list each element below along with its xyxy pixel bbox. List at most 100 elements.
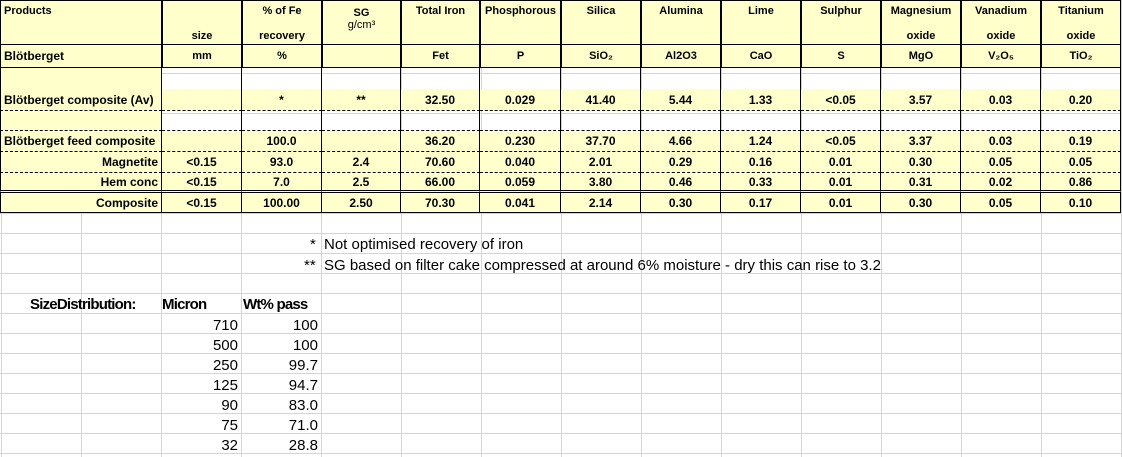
- blank-cell[interactable]: [242, 111, 322, 131]
- blank-cell[interactable]: [1041, 111, 1121, 131]
- row-magnetite-titanium-oxide[interactable]: 0.05: [1041, 152, 1121, 173]
- row-hem-conc-sg[interactable]: 2.5: [322, 173, 401, 193]
- blank-cell[interactable]: [0, 68, 162, 89]
- blank-cell[interactable]: [162, 68, 242, 89]
- blank-cell[interactable]: [881, 68, 961, 89]
- row-magnetite-alumina[interactable]: 0.29: [641, 152, 721, 173]
- row-hem-conc-titanium-oxide[interactable]: 0.86: [1041, 173, 1121, 193]
- wt-pass-value[interactable]: 83.0: [242, 397, 318, 414]
- row-composite-magnesium-oxide[interactable]: 0.30: [881, 193, 961, 213]
- blank-cell[interactable]: [641, 111, 721, 131]
- row-feed-size[interactable]: [162, 131, 242, 152]
- row-magnetite-phosphorous[interactable]: 0.040: [480, 152, 561, 173]
- row-magnetite-lime[interactable]: 0.16: [721, 152, 801, 173]
- row-composite-titanium-oxide[interactable]: 0.10: [1041, 193, 1121, 213]
- header-alumina[interactable]: Alumina: [641, 0, 721, 44]
- units-fe-recovery[interactable]: %: [242, 44, 322, 68]
- units-lime[interactable]: CaO: [721, 44, 801, 68]
- row-composite-fe-recovery[interactable]: 100.00: [242, 193, 322, 213]
- row-feed-lime[interactable]: 1.24: [721, 131, 801, 152]
- header-total-iron[interactable]: Total Iron: [401, 0, 480, 44]
- row-composite-size[interactable]: <0.15: [162, 193, 242, 213]
- row-composite-av-sg[interactable]: **: [322, 89, 401, 111]
- row-composite-av-size[interactable]: [162, 89, 242, 111]
- row-composite-products[interactable]: Composite: [0, 193, 162, 213]
- row-magnetite-fe-recovery[interactable]: 93.0: [242, 152, 322, 173]
- units-silica[interactable]: SiO₂: [561, 44, 641, 68]
- row-magnetite-silica[interactable]: 2.01: [561, 152, 641, 173]
- blank-cell[interactable]: [480, 68, 561, 89]
- header-products[interactable]: Products: [0, 0, 162, 44]
- units-magnesium-oxide[interactable]: MgO: [881, 44, 961, 68]
- micron-value[interactable]: 75: [162, 417, 238, 434]
- row-hem-conc-vanadium-oxide[interactable]: 0.02: [961, 173, 1041, 193]
- row-hem-conc-products[interactable]: Hem conc: [0, 173, 162, 193]
- blank-cell[interactable]: [961, 111, 1041, 131]
- row-hem-conc-silica[interactable]: 3.80: [561, 173, 641, 193]
- row-magnetite-magnesium-oxide[interactable]: 0.30: [881, 152, 961, 173]
- blank-cell[interactable]: [401, 111, 480, 131]
- row-composite-lime[interactable]: 0.17: [721, 193, 801, 213]
- header-fe-recovery[interactable]: % of Fe recovery: [242, 0, 322, 44]
- row-magnetite-vanadium-oxide[interactable]: 0.05: [961, 152, 1041, 173]
- wt-pass-value[interactable]: 100: [242, 337, 318, 354]
- row-feed-fe-recovery[interactable]: 100.0: [242, 131, 322, 152]
- units-products[interactable]: Blötberget: [0, 44, 162, 68]
- row-magnetite-sulphur[interactable]: 0.01: [801, 152, 881, 173]
- units-total-iron[interactable]: Fet: [401, 44, 480, 68]
- header-lime[interactable]: Lime: [721, 0, 801, 44]
- row-composite-av-alumina[interactable]: 5.44: [641, 89, 721, 111]
- units-vanadium-oxide[interactable]: V₂O₅: [961, 44, 1041, 68]
- micron-value[interactable]: 250: [162, 357, 238, 374]
- row-hem-conc-lime[interactable]: 0.33: [721, 173, 801, 193]
- row-composite-av-fe-recovery[interactable]: *: [242, 89, 322, 111]
- blank-cell[interactable]: [801, 111, 881, 131]
- row-magnetite-sg[interactable]: 2.4: [322, 152, 401, 173]
- row-composite-total-iron[interactable]: 70.30: [401, 193, 480, 213]
- micron-value[interactable]: 125: [162, 377, 238, 394]
- row-composite-av-titanium-oxide[interactable]: 0.20: [1041, 89, 1121, 111]
- micron-value[interactable]: 90: [162, 397, 238, 414]
- row-composite-sulphur[interactable]: 0.01: [801, 193, 881, 213]
- units-size[interactable]: mm: [162, 44, 242, 68]
- row-feed-total-iron[interactable]: 36.20: [401, 131, 480, 152]
- row-hem-conc-size[interactable]: <0.15: [162, 173, 242, 193]
- row-feed-sg[interactable]: [322, 131, 401, 152]
- row-feed-magnesium-oxide[interactable]: 3.37: [881, 131, 961, 152]
- micron-value[interactable]: 500: [162, 337, 238, 354]
- units-titanium-oxide[interactable]: TiO₂: [1041, 44, 1121, 68]
- units-alumina[interactable]: Al2O3: [641, 44, 721, 68]
- row-hem-conc-sulphur[interactable]: 0.01: [801, 173, 881, 193]
- row-magnetite-total-iron[interactable]: 70.60: [401, 152, 480, 173]
- row-composite-silica[interactable]: 2.14: [561, 193, 641, 213]
- blank-cell[interactable]: [721, 111, 801, 131]
- wt-pass-value[interactable]: 99.7: [242, 357, 318, 374]
- micron-value[interactable]: 32: [162, 437, 238, 454]
- blank-cell[interactable]: [1041, 68, 1121, 89]
- blank-cell[interactable]: [881, 111, 961, 131]
- row-feed-products[interactable]: Blötberget feed composite: [0, 131, 162, 152]
- header-sulphur[interactable]: Sulphur: [801, 0, 881, 44]
- wt-pass-value[interactable]: 94.7: [242, 377, 318, 394]
- row-composite-av-sulphur[interactable]: <0.05: [801, 89, 881, 111]
- row-hem-conc-alumina[interactable]: 0.46: [641, 173, 721, 193]
- row-composite-av-products[interactable]: Blötberget composite (Av): [0, 89, 162, 111]
- row-composite-av-vanadium-oxide[interactable]: 0.03: [961, 89, 1041, 111]
- wt-pass-value[interactable]: 71.0: [242, 417, 318, 434]
- blank-cell[interactable]: [721, 68, 801, 89]
- row-feed-phosphorous[interactable]: 0.230: [480, 131, 561, 152]
- blank-cell[interactable]: [242, 68, 322, 89]
- row-composite-av-magnesium-oxide[interactable]: 3.57: [881, 89, 961, 111]
- blank-cell[interactable]: [801, 68, 881, 89]
- row-feed-vanadium-oxide[interactable]: 0.03: [961, 131, 1041, 152]
- row-composite-phosphorous[interactable]: 0.041: [480, 193, 561, 213]
- blank-cell[interactable]: [561, 68, 641, 89]
- blank-cell[interactable]: [561, 111, 641, 131]
- row-composite-av-phosphorous[interactable]: 0.029: [480, 89, 561, 111]
- header-titanium-oxide[interactable]: Titanium oxide: [1041, 0, 1121, 44]
- micron-value[interactable]: 710: [162, 317, 238, 334]
- row-feed-silica[interactable]: 37.70: [561, 131, 641, 152]
- wt-pass-value[interactable]: 28.8: [242, 437, 318, 454]
- header-silica[interactable]: Silica: [561, 0, 641, 44]
- wt-pass-value[interactable]: 100: [242, 317, 318, 334]
